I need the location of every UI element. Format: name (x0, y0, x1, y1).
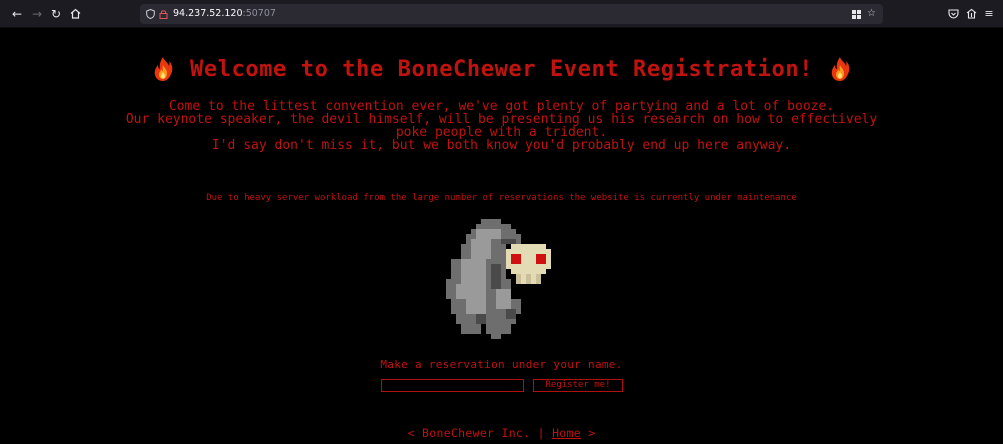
pocket-icon[interactable] (944, 5, 962, 23)
footer-prefix: < BoneChewer Inc. | (407, 426, 553, 440)
reaper-image (446, 219, 551, 339)
intro-line: I'd say don't miss it, but we both know … (211, 138, 792, 153)
page-body: Welcome to the BoneChewer Event Registra… (0, 28, 1003, 444)
page-title: Welcome to the BoneChewer Event Registra… (189, 56, 814, 82)
url-bar[interactable]: 94.237.52.120:50707 ☆ (140, 4, 883, 24)
intro-text: Come to the littest convention ever, we'… (0, 100, 1003, 152)
back-icon[interactable]: ← (8, 5, 26, 23)
reload-icon[interactable]: ↻ (47, 5, 65, 23)
shield-icon[interactable] (146, 5, 155, 23)
share-icon[interactable] (962, 5, 980, 23)
maintenance-notice: Due to heavy server workload from the la… (206, 193, 797, 203)
home-icon[interactable] (66, 5, 84, 23)
home-link[interactable]: Home (552, 426, 581, 440)
register-button[interactable]: Register me! (533, 379, 623, 392)
url-host: 94.237.52.120 (173, 8, 243, 19)
flame-icon (155, 57, 173, 81)
flame-icon (831, 57, 849, 81)
title-row: Welcome to the BoneChewer Event Registra… (0, 56, 1003, 82)
bookmark-star-icon[interactable]: ☆ (867, 5, 876, 23)
menu-icon[interactable]: ≡ (980, 5, 998, 23)
name-input[interactable] (381, 379, 524, 392)
reservation-prompt: Make a reservation under your name. (380, 358, 623, 371)
browser-toolbar: ← → ↻ 94.237.52.120:50707 ☆ ≡ (0, 0, 1003, 28)
url-text[interactable]: 94.237.52.120:50707 (173, 4, 276, 24)
forward-icon[interactable]: → (28, 5, 46, 23)
footer: < BoneChewer Inc. | Home > (0, 426, 1003, 440)
lock-icon[interactable] (159, 5, 168, 23)
url-port: :50707 (242, 8, 276, 19)
footer-suffix: > (580, 426, 596, 440)
extensions-icon[interactable] (852, 5, 861, 23)
